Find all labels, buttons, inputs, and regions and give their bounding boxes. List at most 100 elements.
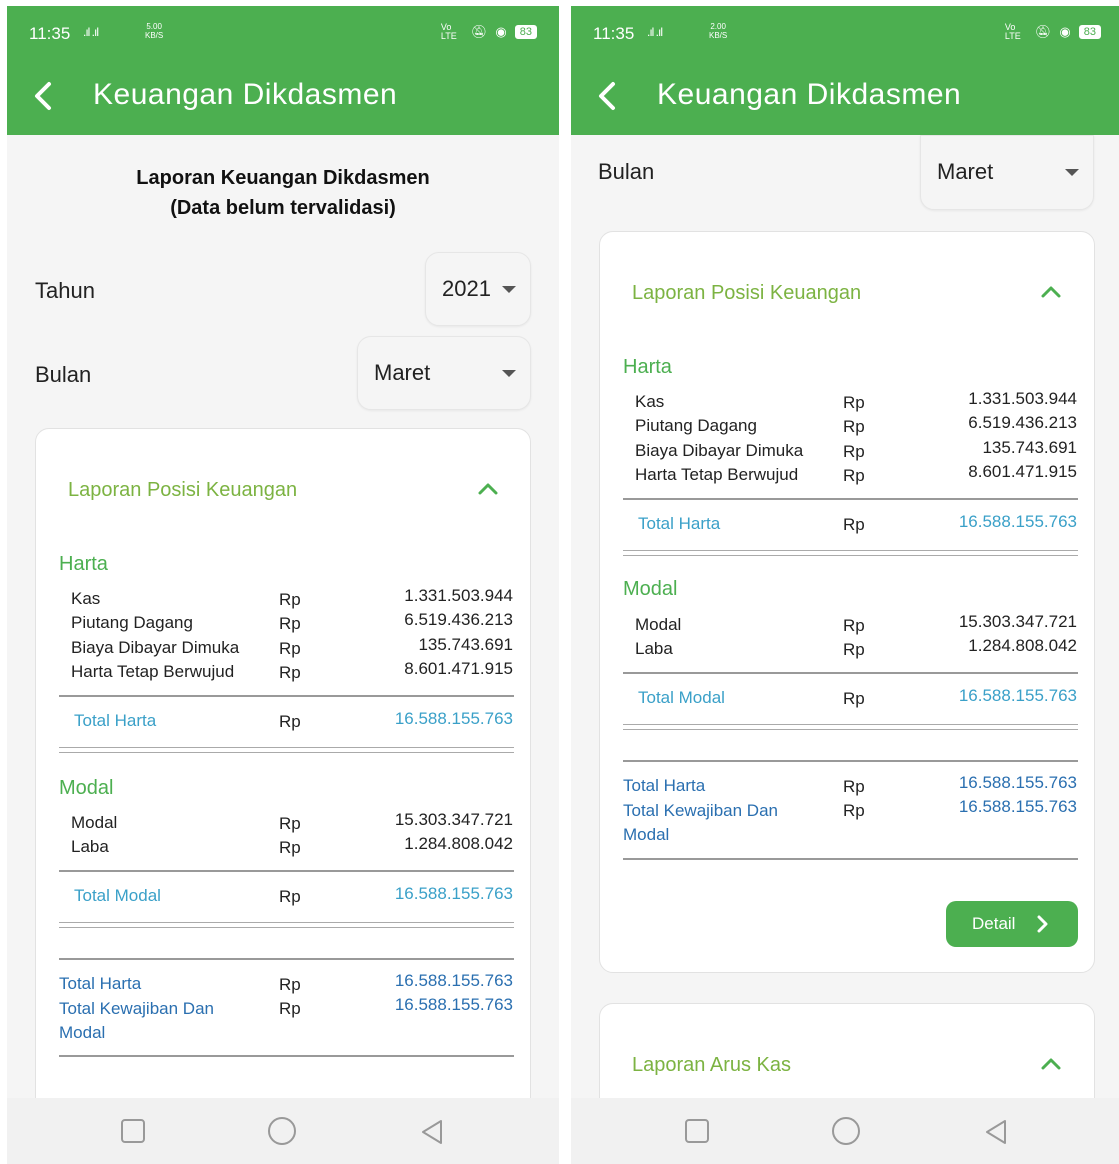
app-title: Keuangan Dikdasmen (657, 78, 962, 111)
item-label: Harta Tetap Berwujud (635, 465, 799, 484)
item-label: Harta Tetap Berwujud (71, 662, 235, 681)
phone-screen-left: 11:35 .ıl .ıl 5.00 KB/S Vo LTE 🔕︎ ◉ 83 Ke… (7, 6, 559, 1164)
nav-back-icon[interactable] (419, 1118, 445, 1146)
grand-total-harta-amount: 16.588.155.763 (394, 971, 513, 990)
section-title-modal: Modal (623, 578, 678, 600)
item-label: Laba (71, 837, 109, 856)
currency: Rp (279, 663, 301, 682)
scroll-content[interactable]: Laporan Keuangan Dikdasmen (Data belum t… (7, 135, 559, 1098)
app-bar: Keuangan Dikdasmen (7, 60, 559, 135)
double-divider (59, 922, 514, 928)
speed-unit: KB/S (709, 31, 728, 40)
signal-icon: .ıl .ıl (83, 25, 99, 39)
status-right: Vo LTE 🔕︎ ◉ 83 (441, 23, 537, 41)
currency: Rp (279, 814, 301, 833)
arus-kas-card: Laporan Arus Kas (599, 1003, 1095, 1098)
report-subtitle: (Data belum tervalidasi) (170, 197, 396, 219)
system-nav-bar (571, 1098, 1119, 1164)
currency: Rp (843, 777, 865, 796)
currency: Rp (279, 999, 301, 1018)
status-right: Vo LTE 🔕︎ ◉ 83 (1005, 23, 1101, 41)
app-title: Keuangan Dikdasmen (93, 78, 398, 111)
app-bar: Keuangan Dikdasmen (571, 60, 1119, 135)
currency: Rp (279, 838, 301, 857)
section-title-harta: Harta (59, 553, 108, 575)
currency: Rp (843, 801, 865, 820)
card-title: Laporan Posisi Keuangan (68, 479, 298, 501)
item-amount: 1.284.808.042 (968, 636, 1077, 655)
month-value: Maret (937, 159, 994, 184)
month-label: Bulan (35, 362, 92, 387)
item-label: Kas (635, 392, 665, 411)
label-line-1: Total Kewajiban Dan (59, 999, 214, 1018)
lock-icon: ◉ (495, 24, 507, 39)
currency: Rp (843, 417, 865, 436)
item-label: Modal (635, 615, 682, 634)
divider (623, 858, 1078, 860)
grand-total-kewajiban-amount: 16.588.155.763 (394, 995, 513, 1014)
speed-value: 5.00 (146, 22, 162, 31)
item-amount: 135.743.691 (982, 438, 1077, 457)
status-time: 11:35 (29, 24, 71, 43)
divider (59, 958, 514, 960)
total-harta-amount: 16.588.155.763 (394, 709, 513, 728)
currency: Rp (279, 590, 301, 609)
item-amount: 1.331.503.944 (968, 389, 1077, 408)
bell-off-icon: 🔕︎ (470, 24, 488, 39)
speed-value: 2.00 (710, 22, 726, 31)
divider (59, 695, 514, 697)
year-dropdown[interactable]: 2021 (425, 252, 531, 326)
status-bar: 11:35 .ıl .ıl 5.00 KB/S Vo LTE 🔕︎ ◉ 83 (7, 6, 559, 60)
nav-home-icon[interactable] (267, 1116, 297, 1146)
item-amount: 15.303.347.721 (958, 612, 1077, 631)
item-amount: 8.601.471.915 (404, 659, 513, 678)
network-speed: 5.00 KB/S (145, 22, 163, 40)
total-modal-amount: 16.588.155.763 (958, 686, 1077, 705)
month-dropdown[interactable]: Maret (357, 336, 531, 410)
network-speed: 2.00 KB/S (709, 22, 727, 40)
total-modal-amount: 16.588.155.763 (394, 884, 513, 903)
double-divider (623, 550, 1078, 556)
currency: Rp (843, 616, 865, 635)
status-bar: 11:35 .ıl .ıl 2.00 KB/S Vo LTE 🔕︎ ◉ 83 (571, 6, 1119, 60)
back-arrow-icon[interactable] (29, 76, 59, 116)
month-dropdown[interactable]: Maret (920, 135, 1094, 210)
section-title-modal: Modal (59, 777, 114, 799)
item-label: Piutang Dagang (71, 613, 193, 632)
back-arrow-icon[interactable] (593, 76, 623, 116)
divider (59, 1055, 514, 1057)
nav-back-icon[interactable] (983, 1118, 1009, 1146)
signal-icon: .ıl .ıl (647, 25, 663, 39)
grand-total-harta-label: Total Harta (59, 974, 142, 993)
item-amount: 135.743.691 (418, 635, 513, 654)
system-nav-bar (7, 1098, 559, 1164)
chevron-up-icon[interactable] (477, 482, 499, 496)
item-amount: 1.331.503.944 (404, 586, 513, 605)
nav-recents-icon[interactable] (684, 1118, 710, 1144)
currency: Rp (843, 393, 865, 412)
item-label: Modal (71, 813, 118, 832)
nav-recents-icon[interactable] (120, 1118, 146, 1144)
item-label: Laba (635, 639, 673, 658)
detail-button-label: Detail (972, 914, 1016, 933)
grand-total-harta-label: Total Harta (623, 776, 706, 795)
dropdown-arrow-icon (502, 286, 516, 293)
label-line-2: Modal (623, 825, 670, 844)
currency: Rp (279, 712, 301, 731)
chevron-up-icon[interactable] (1040, 1057, 1062, 1071)
currency: Rp (843, 442, 865, 461)
detail-button[interactable]: Detail (946, 901, 1078, 947)
item-label: Biaya Dibayar Dimuka (71, 638, 240, 657)
chevron-up-icon[interactable] (1040, 285, 1062, 299)
posisi-keuangan-card: Laporan Posisi Keuangan Harta Kas Rp 1.3… (35, 428, 531, 1098)
scroll-content[interactable]: Bulan Maret Laporan Posisi Keuangan Hart… (571, 135, 1119, 1098)
grand-total-harta-amount: 16.588.155.763 (958, 773, 1077, 792)
phone-screen-right: 11:35 .ıl .ıl 2.00 KB/S Vo LTE 🔕︎ ◉ 83 Ke… (571, 6, 1119, 1164)
divider (623, 498, 1078, 500)
grand-total-kewajiban-amount: 16.588.155.763 (958, 797, 1077, 816)
currency: Rp (843, 640, 865, 659)
currency: Rp (843, 515, 865, 534)
status-time: 11:35 (593, 24, 635, 43)
currency: Rp (279, 975, 301, 994)
nav-home-icon[interactable] (831, 1116, 861, 1146)
